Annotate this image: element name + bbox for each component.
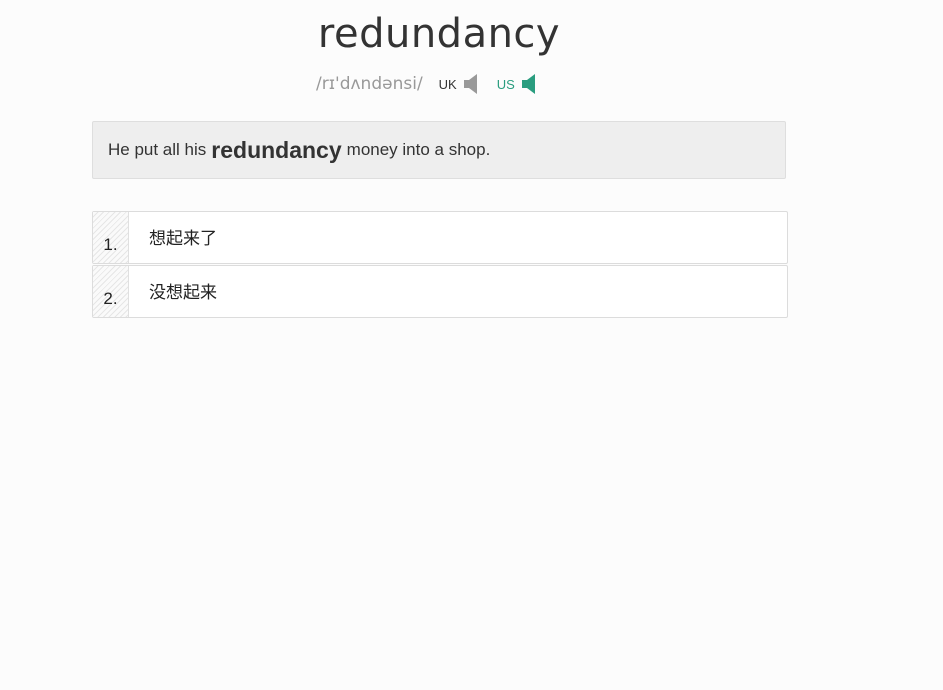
example-sentence: He put all his redundancy money into a s… bbox=[92, 121, 786, 179]
choice-text: 想起来了 bbox=[149, 229, 217, 249]
word-title: redundancy bbox=[317, 11, 561, 57]
example-text-before: He put all his bbox=[108, 140, 207, 159]
us-pronunciation-button[interactable]: US bbox=[497, 73, 537, 95]
speaker-icon[interactable] bbox=[521, 73, 537, 95]
word-card: redundancy /rɪ'dʌndənsi/ UK US He put al… bbox=[0, 0, 943, 690]
choice-remembered[interactable]: 1. 想起来了 bbox=[92, 211, 788, 264]
choice-list: 1. 想起来了 2. 没想起来 bbox=[92, 211, 788, 318]
pronunciation-row: /rɪ'dʌndənsi/ UK US bbox=[316, 70, 555, 98]
choice-text: 没想起来 bbox=[149, 283, 217, 303]
us-label: US bbox=[496, 76, 515, 92]
example-highlight-word: redundancy bbox=[211, 136, 342, 163]
example-text-after: money into a shop. bbox=[346, 140, 491, 159]
uk-label: UK bbox=[438, 76, 457, 92]
speaker-icon[interactable] bbox=[463, 73, 479, 95]
phonetic-transcription: /rɪ'dʌndənsi/ bbox=[316, 74, 423, 94]
choice-not-remembered[interactable]: 2. 没想起来 bbox=[92, 265, 788, 318]
choice-number: 2. bbox=[93, 266, 129, 317]
uk-pronunciation-button[interactable]: UK bbox=[439, 73, 479, 95]
choice-number: 1. bbox=[93, 212, 129, 263]
